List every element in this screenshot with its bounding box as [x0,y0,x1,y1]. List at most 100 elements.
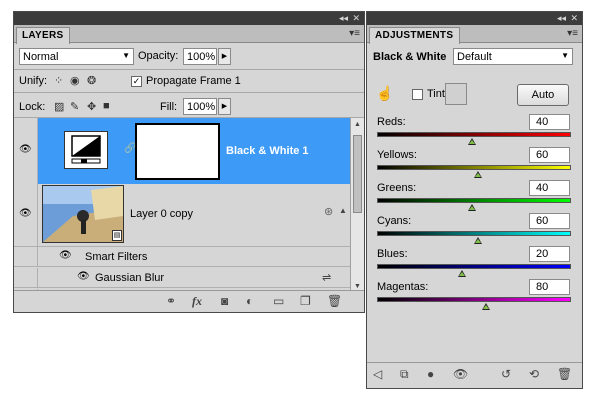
tint-checkbox[interactable] [412,89,423,100]
layer-name[interactable]: Black & White 1 [226,145,309,157]
eye-icon[interactable]: 👁 [19,208,32,219]
layer-row-gaussian-blur[interactable]: 👁 Gaussian Blur ⇌ [14,268,350,288]
divider [14,92,364,93]
unify-position-icon[interactable]: ⁘ [54,74,63,87]
adjustments-footer-toolbar: ◁ ⧉ ● 👁 ↺ ⟲ 🗑 [367,362,582,388]
unify-label: Unify: [19,75,48,87]
scroll-up-icon[interactable]: ▲ [354,121,361,128]
adjustment-thumbnail [64,131,108,169]
preset-dropdown[interactable]: Default ▼ [453,48,573,65]
layers-panel-titlebar[interactable]: ◂◂ ✕ [14,12,364,25]
layer-mask-thumbnail[interactable] [135,123,220,180]
clip-to-layer-icon[interactable]: ● [427,367,434,381]
targeted-adjustment-hand-icon[interactable]: ☝ [376,85,393,102]
slider-thumb[interactable] [468,204,476,211]
tint-label: Tint [427,88,445,100]
slider-value-input[interactable]: 20 [529,246,570,262]
tab-layers[interactable]: LAYERS [16,27,71,44]
layer-row-layer-0-copy[interactable]: 👁 ▤ Layer 0 copy ⊛ ▲ [14,184,350,247]
eye-icon[interactable]: 👁 [19,144,32,155]
eye-icon[interactable]: 👁 [59,250,72,261]
layer-row-smart-filters[interactable]: 👁 Smart Filters [14,247,350,267]
propagate-frame-checkbox[interactable]: ✓ [131,76,142,87]
close-icon[interactable]: ✕ [352,13,360,23]
slider-thumb[interactable] [474,171,482,178]
scroll-down-icon[interactable]: ▼ [354,283,361,290]
slider-track[interactable] [377,132,571,137]
panel-menu-icon[interactable]: ▾≡ [349,28,360,39]
slider-label: Greens: [377,182,417,194]
expand-triangle-icon[interactable]: ▲ [339,206,347,215]
visibility-column [14,268,38,287]
slider-thumb[interactable] [468,138,476,145]
fill-input[interactable]: 100% [183,98,217,115]
adjustments-panel: ◂◂ ✕ ADJUSTMENTS ▾≡ Black & White Defaul… [366,11,583,389]
link-layers-icon[interactable]: ⚭ [166,294,176,308]
layer-list: 👁 🔗 Black & White 1 👁 ▤ Layer 0 copy ⊛ ▲… [14,118,350,293]
collapse-icon[interactable]: ◂◂ [339,13,348,23]
layer-list-scrollbar[interactable]: ▲ ▼ [350,118,364,293]
new-adjustment-layer-icon[interactable]: ◐ [246,294,253,308]
new-layer-icon[interactable]: ❐ [300,294,311,308]
slider-track[interactable] [377,198,571,203]
trash-icon[interactable]: 🗑 [557,367,572,381]
slider-value-input[interactable]: 80 [529,279,570,295]
panel-menu-icon[interactable]: ▾≡ [567,28,578,39]
fx-icon[interactable]: fx [192,294,202,309]
scrollbar-thumb[interactable] [353,135,362,213]
smart-filter-options-icon[interactable]: ⊛ [324,205,333,218]
slider-value-input[interactable]: 40 [529,114,570,130]
collapse-icon[interactable]: ◂◂ [557,13,566,23]
adjustments-panel-titlebar[interactable]: ◂◂ ✕ [367,12,582,25]
add-mask-icon[interactable]: ◙ [221,294,228,308]
slider-thumb[interactable] [474,237,482,244]
black-white-adjustment-icon [71,135,101,164]
lock-transparent-icon[interactable]: ▨ [54,100,64,113]
layers-panel: ◂◂ ✕ LAYERS ▾≡ Normal ▼ Opacity: 100% ▶ … [13,11,365,313]
opacity-input[interactable]: 100% [183,48,217,65]
tint-color-swatch[interactable] [445,83,467,105]
slider-value-input[interactable]: 40 [529,180,570,196]
lock-image-icon[interactable]: ✎ [70,100,79,113]
layer-thumbnail: ▤ [42,185,124,243]
slider-thumb[interactable] [458,270,466,277]
unify-visibility-icon[interactable]: ◉ [70,74,80,87]
trash-icon[interactable]: 🗑 [327,294,342,308]
new-group-icon[interactable]: ▭ [273,294,284,308]
slider-track[interactable] [377,231,571,236]
slider-track[interactable] [377,165,571,170]
expand-view-icon[interactable]: ⧉ [400,367,409,382]
slider-value-input[interactable]: 60 [529,213,570,229]
layer-name[interactable]: Layer 0 copy [130,208,193,220]
tab-adjustments[interactable]: ADJUSTMENTS [369,27,461,44]
lock-position-icon[interactable]: ✥ [87,100,96,113]
visibility-column: 👁 [14,118,38,184]
view-previous-state-icon[interactable]: ↺ [501,367,511,381]
slider-thumb[interactable] [482,303,490,310]
opacity-slider-button[interactable]: ▶ [218,48,231,65]
lock-all-icon[interactable]: ■ [103,100,110,112]
slider-label: Cyans: [377,215,412,227]
layer-row-black-white[interactable]: 👁 🔗 Black & White 1 [14,118,350,184]
smart-object-icon: ▤ [112,230,122,241]
blending-options-icon[interactable]: ⇌ [322,271,331,284]
back-arrow-icon[interactable]: ◁ [373,367,382,381]
reset-icon[interactable]: ⟲ [529,367,539,381]
smart-filters-label: Smart Filters [85,251,148,263]
fill-slider-button[interactable]: ▶ [218,98,231,115]
auto-button[interactable]: Auto [517,84,569,106]
eye-icon[interactable]: 👁 [77,271,90,282]
eye-icon[interactable]: 👁 [453,367,468,381]
lock-label: Lock: [19,101,46,113]
blend-mode-dropdown[interactable]: Normal ▼ [19,48,134,65]
slider-track[interactable] [377,297,571,302]
unify-style-icon[interactable]: ❂ [87,74,96,87]
slider-value-input[interactable]: 60 [529,147,570,163]
slider-label: Reds: [377,116,406,128]
preset-value: Default [457,51,492,63]
filter-name[interactable]: Gaussian Blur [95,272,164,284]
visibility-column [14,247,38,266]
fill-label: Fill: [160,101,178,113]
close-icon[interactable]: ✕ [570,13,578,23]
slider-track[interactable] [377,264,571,269]
